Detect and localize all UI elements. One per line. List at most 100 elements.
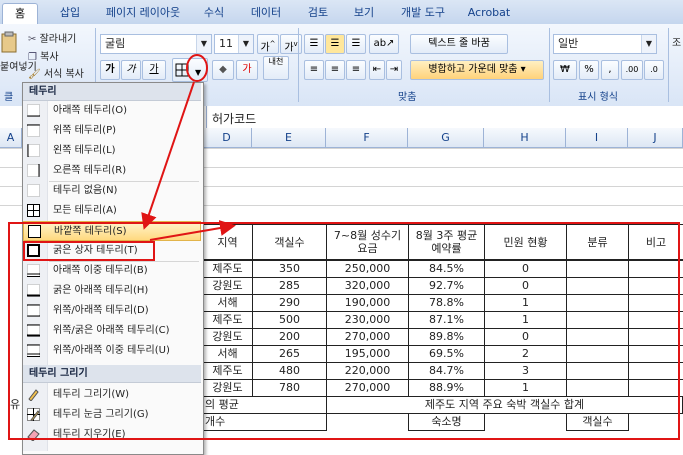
merge-center-button[interactable]: 병합하고 가운데 맞춤 ▾ — [410, 60, 544, 80]
formula-input[interactable]: 허가코드 — [212, 110, 256, 127]
menu-item-border-none[interactable]: 테두리 없음(N) — [23, 181, 201, 201]
menu-item-border-right[interactable]: 오른쪽 테두리(R) — [23, 161, 201, 181]
table-cell: 서해 — [202, 294, 253, 312]
wrap-text-button[interactable]: 텍스트 줄 바꿈 — [410, 34, 508, 54]
menu-item-border-top-double-bottom[interactable]: 위쪽/아래쪽 이중 테두리(U) — [23, 341, 201, 361]
menu-item-label: 테두리 그리기(W) — [53, 389, 130, 400]
menu-item-border-top[interactable]: 위쪽 테두리(P) — [23, 121, 201, 141]
table-cell: 78.8% — [408, 294, 485, 312]
align-left-button[interactable]: ≡ — [304, 60, 324, 80]
number-format-combo[interactable]: 일반 ▼ — [553, 34, 657, 54]
font-color-button[interactable]: 가 — [236, 60, 258, 80]
column-header-a[interactable]: A — [0, 128, 22, 148]
table-empty-cell — [566, 311, 629, 329]
tab-data[interactable]: 데이터 — [244, 3, 288, 24]
group-divider — [549, 28, 550, 102]
clipboard-group-label: 클 — [4, 92, 14, 103]
orientation-button[interactable]: ab↗ — [369, 34, 399, 54]
menu-item-border-outside[interactable]: 바깥쪽 테두리(S) — [23, 221, 201, 241]
menu-item-border-left[interactable]: 왼쪽 테두리(L) — [23, 141, 201, 161]
table-cell: 제주도 — [202, 260, 253, 278]
chevron-down-icon[interactable]: ▼ — [238, 35, 253, 53]
table-empty-cell — [566, 379, 629, 397]
menu-item-border-top-thick-bottom[interactable]: 위쪽/굵은 아래쪽 테두리(C) — [23, 321, 201, 341]
decrease-decimal-button[interactable]: .0 — [644, 60, 664, 80]
menu-item-border-thick-box[interactable]: 굵은 상자 테두리(T) — [23, 241, 155, 261]
menu-item-border-bottom[interactable]: 아래쪽 테두리(O) — [23, 101, 201, 121]
table-cell: 195,000 — [326, 345, 409, 363]
copy-button[interactable]: ❐ 복사 — [28, 48, 59, 63]
menu-item-label: 위쪽/굵은 아래쪽 테두리(C) — [53, 325, 170, 336]
column-header-i[interactable]: I — [566, 128, 628, 148]
menu-item-pencil[interactable]: 테두리 그리기(W) — [23, 385, 201, 405]
cut-button[interactable]: ✂ 잘라내기 — [28, 30, 76, 45]
table-cell: 1 — [484, 294, 567, 312]
footer-count-label: 개수 — [202, 413, 327, 431]
align-middle-button[interactable]: ☰ — [325, 34, 345, 54]
menu-item-eraser[interactable]: 테두리 지우기(E) — [23, 425, 201, 445]
menu-item-border-double-bottom[interactable]: 아래쪽 이중 테두리(B) — [23, 261, 201, 281]
format-painter-button[interactable]: 🖌 서식 복사 — [28, 65, 84, 80]
increase-indent-button[interactable]: ⇥ — [386, 60, 402, 80]
menu-item-grid-pencil[interactable]: 테두리 눈금 그리기(G) — [23, 405, 201, 425]
menu-item-label: 위쪽/아래쪽 테두리(D) — [53, 305, 149, 316]
font-size-value: 11 — [219, 37, 233, 50]
tab-home[interactable]: 홈 — [2, 3, 38, 25]
wrap-text-label: 텍스트 줄 바꿈 — [428, 38, 490, 49]
scissors-icon: ✂ — [28, 34, 37, 45]
currency-button[interactable]: ₩ — [553, 60, 577, 80]
tab-acrobat[interactable]: Acrobat — [462, 3, 516, 24]
table-cell: 480 — [252, 362, 327, 380]
column-header-f[interactable]: F — [326, 128, 408, 148]
tab-developer[interactable]: 개발 도구 — [392, 3, 454, 24]
alignment-group-label: 맞춤 — [398, 92, 417, 103]
phonetic-button[interactable]: 내천 — [263, 56, 289, 80]
column-header-j[interactable]: J — [628, 128, 683, 148]
align-right-button[interactable]: ≡ — [346, 60, 366, 80]
italic-button[interactable]: 가 — [121, 60, 141, 80]
border-left-icon — [27, 144, 40, 157]
menu-item-border-thick-bottom[interactable]: 굵은 아래쪽 테두리(H) — [23, 281, 201, 301]
menu-item-label: 위쪽/아래쪽 이중 테두리(U) — [53, 345, 170, 356]
align-center-button[interactable]: ≡ — [325, 60, 345, 80]
menu-item-label: 테두리 없음(N) — [53, 185, 118, 196]
tab-review[interactable]: 검토 — [300, 3, 336, 24]
tab-formulas[interactable]: 수식 — [196, 3, 232, 24]
table-empty-cell — [566, 362, 629, 380]
underline-button[interactable]: 가 — [142, 60, 166, 80]
grow-font-button[interactable]: 가^ — [257, 34, 279, 54]
tab-page-layout[interactable]: 페이지 레이아웃 — [98, 3, 188, 24]
table-cell: 서해 — [202, 345, 253, 363]
align-top-button[interactable]: ☰ — [304, 34, 324, 54]
decrease-indent-button[interactable]: ⇤ — [369, 60, 385, 80]
chevron-down-icon[interactable]: ▼ — [196, 35, 211, 53]
column-header-g[interactable]: G — [408, 128, 484, 148]
column-header-e[interactable]: E — [252, 128, 326, 148]
menu-item-border-all[interactable]: 모든 테두리(A) — [23, 201, 201, 221]
font-size-combo[interactable]: 11 ▼ — [214, 34, 254, 54]
border-all-icon — [27, 204, 40, 217]
tab-insert[interactable]: 삽입 — [52, 3, 88, 24]
column-header-d[interactable]: D — [202, 128, 252, 148]
percent-button[interactable]: % — [579, 60, 599, 80]
group-divider — [668, 28, 669, 102]
table-header-cell: 객실수 — [252, 224, 327, 260]
increase-decimal-button[interactable]: .00 — [621, 60, 643, 80]
group-divider — [298, 28, 299, 102]
chevron-down-icon[interactable]: ▼ — [641, 35, 656, 53]
menu-item-border-top-bottom[interactable]: 위쪽/아래쪽 테두리(D) — [23, 301, 201, 321]
menu-item-label: 아래쪽 이중 테두리(B) — [53, 265, 148, 276]
comma-button[interactable]: , — [601, 60, 619, 80]
bold-button[interactable]: 가 — [100, 60, 120, 80]
align-bottom-button[interactable]: ☰ — [346, 34, 366, 54]
tab-view[interactable]: 보기 — [346, 3, 382, 24]
table-cell: 제주도 — [202, 362, 253, 380]
font-name-combo[interactable]: 굴림 ▼ — [100, 34, 212, 54]
fill-color-button[interactable]: ◆ — [212, 60, 234, 80]
table-cell: 190,000 — [326, 294, 409, 312]
table-empty-cell — [628, 260, 683, 278]
table-cell: 0 — [484, 260, 567, 278]
menu-item-label: 굵은 상자 테두리(T) — [53, 245, 138, 256]
table-empty-cell — [628, 311, 683, 329]
column-header-h[interactable]: H — [484, 128, 566, 148]
